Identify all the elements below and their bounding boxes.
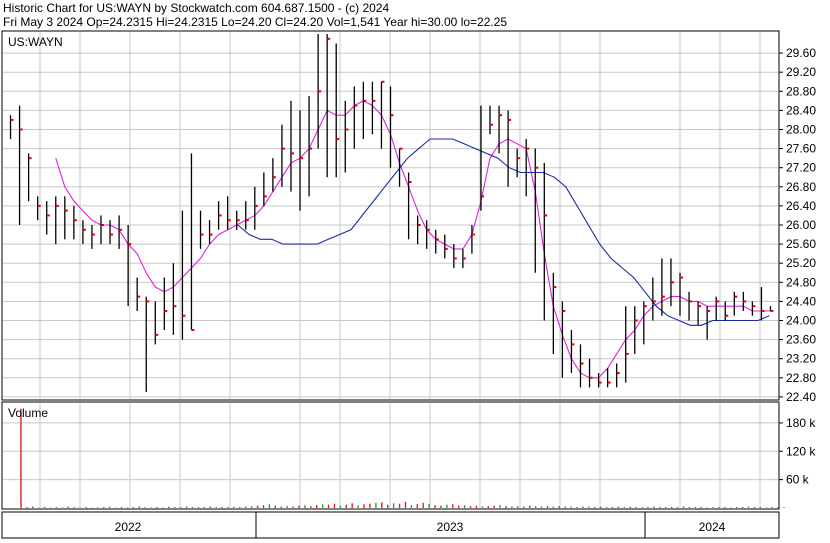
price-tick-label: 27.60 [786, 142, 816, 156]
price-tick-label: 24.40 [786, 294, 816, 308]
volume-title: Volume [8, 406, 48, 420]
price-tick-label: 25.60 [786, 237, 816, 251]
price-tick-label: 23.20 [786, 352, 816, 366]
volume-tick-label: 180 k [786, 416, 816, 430]
price-tick-label: 22.40 [786, 390, 816, 404]
volume-tick-label: 60 k [786, 473, 810, 487]
year-label: 2022 [115, 520, 142, 534]
price-tick-label: 24.00 [786, 314, 816, 328]
price-tick-label: 25.20 [786, 256, 816, 270]
price-tick-label: 24.80 [786, 275, 816, 289]
volume-tick-label: 120 k [786, 444, 816, 458]
price-tick-label: 26.00 [786, 218, 816, 232]
year-label: 2023 [437, 520, 464, 534]
price-tick-label: 23.60 [786, 333, 816, 347]
price-tick-label: 28.80 [786, 84, 816, 98]
y-axis-ticks: 29.60 29.20 28.80 28.40 28.00 27.60 27.20 26.80… [779, 46, 816, 487]
price-tick-label: 28.00 [786, 123, 816, 137]
price-tick-label: 22.80 [786, 371, 816, 385]
price-tick-label: 29.20 [786, 65, 816, 79]
stock-chart: 29.60 29.20 28.80 28.40 28.00 27.60 27.20 26.80… [1, 30, 816, 539]
price-tick-label: 28.40 [786, 103, 816, 117]
price-tick-label: 26.80 [786, 180, 816, 194]
price-tick-label: 29.60 [786, 46, 816, 60]
symbol-label: US:WAYN [8, 35, 63, 49]
year-label: 2024 [699, 520, 726, 534]
price-tick-label: 27.20 [786, 161, 816, 175]
price-tick-label: 26.40 [786, 199, 816, 213]
